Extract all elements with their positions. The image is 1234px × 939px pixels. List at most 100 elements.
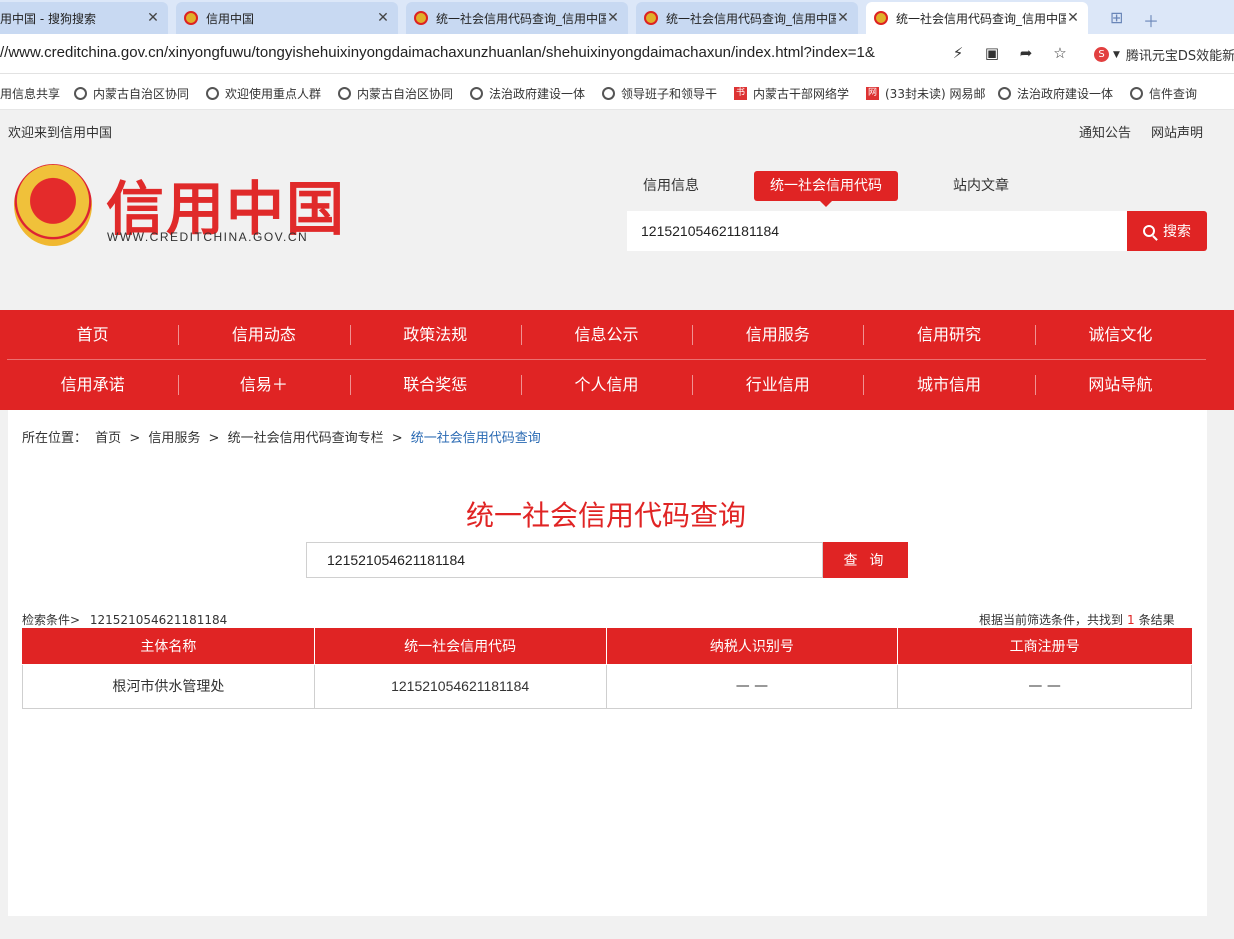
- browser-tab[interactable]: 统一社会信用代码查询_信用中国 ✕: [636, 2, 858, 34]
- condition-label: 检索条件>: [22, 613, 81, 627]
- close-icon[interactable]: ✕: [1066, 10, 1080, 26]
- bookmark-label: (33封未读) 网易邮: [885, 87, 986, 101]
- globe-icon: [206, 87, 219, 100]
- tab-title: 统一社会信用代码查询_信用中国: [436, 11, 606, 26]
- bookmarks-bar: 用信息共享 内蒙古自治区协同 欢迎使用重点人群 内蒙古自治区协同 法治政府建设一…: [0, 74, 1234, 110]
- globe-icon: [602, 87, 615, 100]
- nav-item-city-credit[interactable]: 城市信用: [863, 360, 1034, 410]
- globe-icon: [338, 87, 351, 100]
- browser-tab[interactable]: 统一社会信用代码查询_信用中国 ✕: [406, 2, 628, 34]
- bookmark-label: 内蒙古自治区协同: [357, 87, 454, 101]
- emblem-icon: [874, 11, 888, 25]
- nav-row: 首页 信用动态 政策法规 信息公示 信用服务 信用研究 诚信文化: [7, 310, 1206, 360]
- column-header-credit-code: 统一社会信用代码: [313, 628, 607, 665]
- nav-item-credit-news[interactable]: 信用动态: [178, 310, 349, 359]
- tab-title: 统一社会信用代码查询_信用中国: [666, 11, 836, 26]
- main-nav: 首页 信用动态 政策法规 信息公示 信用服务 信用研究 诚信文化 信用承诺 信易…: [0, 310, 1234, 410]
- nav-item-policy[interactable]: 政策法规: [349, 310, 521, 359]
- nav-item-xinyi-plus[interactable]: 信易＋: [178, 360, 349, 410]
- cell-reg-no: — —: [897, 663, 1192, 709]
- bookmark-item[interactable]: 网 (33封未读) 网易邮: [866, 85, 985, 102]
- breadcrumb-separator: >: [208, 431, 220, 446]
- globe-icon: [74, 87, 87, 100]
- search-button-label: 搜索: [1163, 223, 1191, 239]
- nav-item-credit-research[interactable]: 信用研究: [863, 310, 1034, 359]
- nav-item-credit-promise[interactable]: 信用承诺: [7, 360, 178, 410]
- bookmark-item[interactable]: 用信息共享: [0, 85, 60, 102]
- header-search-input[interactable]: [627, 211, 1127, 251]
- nav-item-credit-service[interactable]: 信用服务: [692, 310, 863, 359]
- query-input[interactable]: [306, 542, 823, 578]
- result-suffix: 条结果: [1138, 613, 1175, 627]
- nav-item-integrity-culture[interactable]: 诚信文化: [1034, 310, 1206, 359]
- nav-item-industry-credit[interactable]: 行业信用: [692, 360, 863, 410]
- page-title: 统一社会信用代码查询: [465, 499, 746, 532]
- bookmark-item[interactable]: 内蒙古自治区协同: [74, 85, 189, 102]
- nav-row: 信用承诺 信易＋ 联合奖惩 个人信用 行业信用 城市信用 网站导航: [7, 360, 1206, 410]
- reader-icon[interactable]: ▣: [982, 44, 1002, 64]
- bookmark-label: 法治政府建设一体: [1017, 87, 1114, 101]
- close-icon[interactable]: ✕: [836, 10, 850, 26]
- breadcrumb-current[interactable]: 统一社会信用代码查询: [411, 431, 541, 446]
- mail-icon: 网: [866, 87, 879, 100]
- column-header-tax-id: 纳税人识别号: [605, 628, 899, 665]
- bookmark-label: 欢迎使用重点人群: [225, 87, 322, 101]
- close-icon[interactable]: ✕: [376, 10, 390, 26]
- url-field[interactable]: //www.creditchina.gov.cn/xinyongfuwu/ton…: [0, 44, 875, 61]
- nav-item-joint-rewards[interactable]: 联合奖惩: [349, 360, 521, 410]
- result-count: 1: [1127, 613, 1135, 627]
- bookmark-item[interactable]: 欢迎使用重点人群: [206, 85, 321, 102]
- extension-label: 腾讯元宝DS效能新: [1125, 49, 1234, 64]
- national-emblem-icon: [14, 164, 92, 246]
- search-tab-credit-code[interactable]: 统一社会信用代码: [754, 171, 898, 207]
- bookmark-label: 信件查询: [1149, 87, 1198, 101]
- bookmark-label: 内蒙古干部网络学: [753, 87, 850, 101]
- search-tab-credit-info[interactable]: 信用信息: [643, 171, 699, 201]
- address-bar: //www.creditchina.gov.cn/xinyongfuwu/ton…: [0, 34, 1234, 74]
- table-row[interactable]: 根河市供水管理处 121521054621181184 — — — —: [22, 663, 1192, 709]
- cell-entity-name[interactable]: 根河市供水管理处: [22, 663, 315, 709]
- share-icon[interactable]: ➦: [1016, 44, 1036, 64]
- tab-list-icon[interactable]: ⊞: [1110, 8, 1123, 27]
- book-icon: 书: [734, 87, 747, 100]
- chevron-down-icon: ▼: [1113, 49, 1120, 60]
- browser-tab-active[interactable]: 统一社会信用代码查询_信用中国 ✕: [866, 2, 1088, 34]
- new-tab-icon[interactable]: ＋: [1143, 8, 1159, 32]
- cell-credit-code: 121521054621181184: [313, 663, 607, 709]
- nav-item-info-publicity[interactable]: 信息公示: [520, 310, 692, 359]
- header-search-button[interactable]: 搜索: [1127, 211, 1207, 251]
- sogou-icon: S: [1094, 47, 1109, 62]
- close-icon[interactable]: ✕: [606, 10, 620, 26]
- extension-button[interactable]: S ▼ 腾讯元宝DS效能新: [1094, 45, 1234, 64]
- site-topbar: 欢迎来到信用中国 通知公告 网站声明: [0, 110, 1234, 150]
- bookmark-item[interactable]: 法治政府建设一体: [998, 85, 1113, 102]
- table-header-row: 主体名称 统一社会信用代码 纳税人识别号 工商注册号: [22, 628, 1192, 665]
- bookmark-label: 内蒙古自治区协同: [93, 87, 190, 101]
- globe-icon: [1130, 87, 1143, 100]
- statement-link[interactable]: 网站声明: [1151, 122, 1203, 141]
- query-button[interactable]: 查 询: [823, 542, 908, 578]
- site-logo-url: WWW.CREDITCHINA.GOV.CN: [107, 230, 309, 244]
- column-header-name: 主体名称: [22, 628, 315, 665]
- breadcrumb-credit-service[interactable]: 信用服务: [148, 431, 200, 446]
- nav-item-site-nav[interactable]: 网站导航: [1034, 360, 1206, 410]
- emblem-icon: [184, 11, 198, 25]
- close-icon[interactable]: ✕: [146, 10, 160, 26]
- notice-link[interactable]: 通知公告: [1079, 122, 1131, 141]
- bookmark-item[interactable]: 书内蒙古干部网络学: [734, 85, 849, 102]
- nav-item-personal-credit[interactable]: 个人信用: [520, 360, 692, 410]
- breadcrumb-label: 所在位置：: [22, 431, 88, 446]
- breadcrumb-column[interactable]: 统一社会信用代码查询专栏: [228, 431, 384, 446]
- breadcrumb-home[interactable]: 首页: [95, 431, 121, 446]
- lightning-icon[interactable]: ⚡: [948, 44, 968, 64]
- bookmark-item[interactable]: 内蒙古自治区协同: [338, 85, 453, 102]
- browser-tab[interactable]: 信用中国 ✕: [176, 2, 398, 34]
- star-icon[interactable]: ☆: [1050, 44, 1070, 64]
- search-tab-articles[interactable]: 站内文章: [953, 171, 1009, 201]
- cell-tax-id: — —: [605, 663, 899, 709]
- bookmark-item[interactable]: 信件查询: [1130, 85, 1197, 102]
- browser-tab[interactable]: 用中国 - 搜狗搜索 ✕: [0, 2, 168, 34]
- bookmark-item[interactable]: 法治政府建设一体: [470, 85, 585, 102]
- nav-item-home[interactable]: 首页: [7, 310, 178, 359]
- bookmark-item[interactable]: 领导班子和领导干: [602, 85, 717, 102]
